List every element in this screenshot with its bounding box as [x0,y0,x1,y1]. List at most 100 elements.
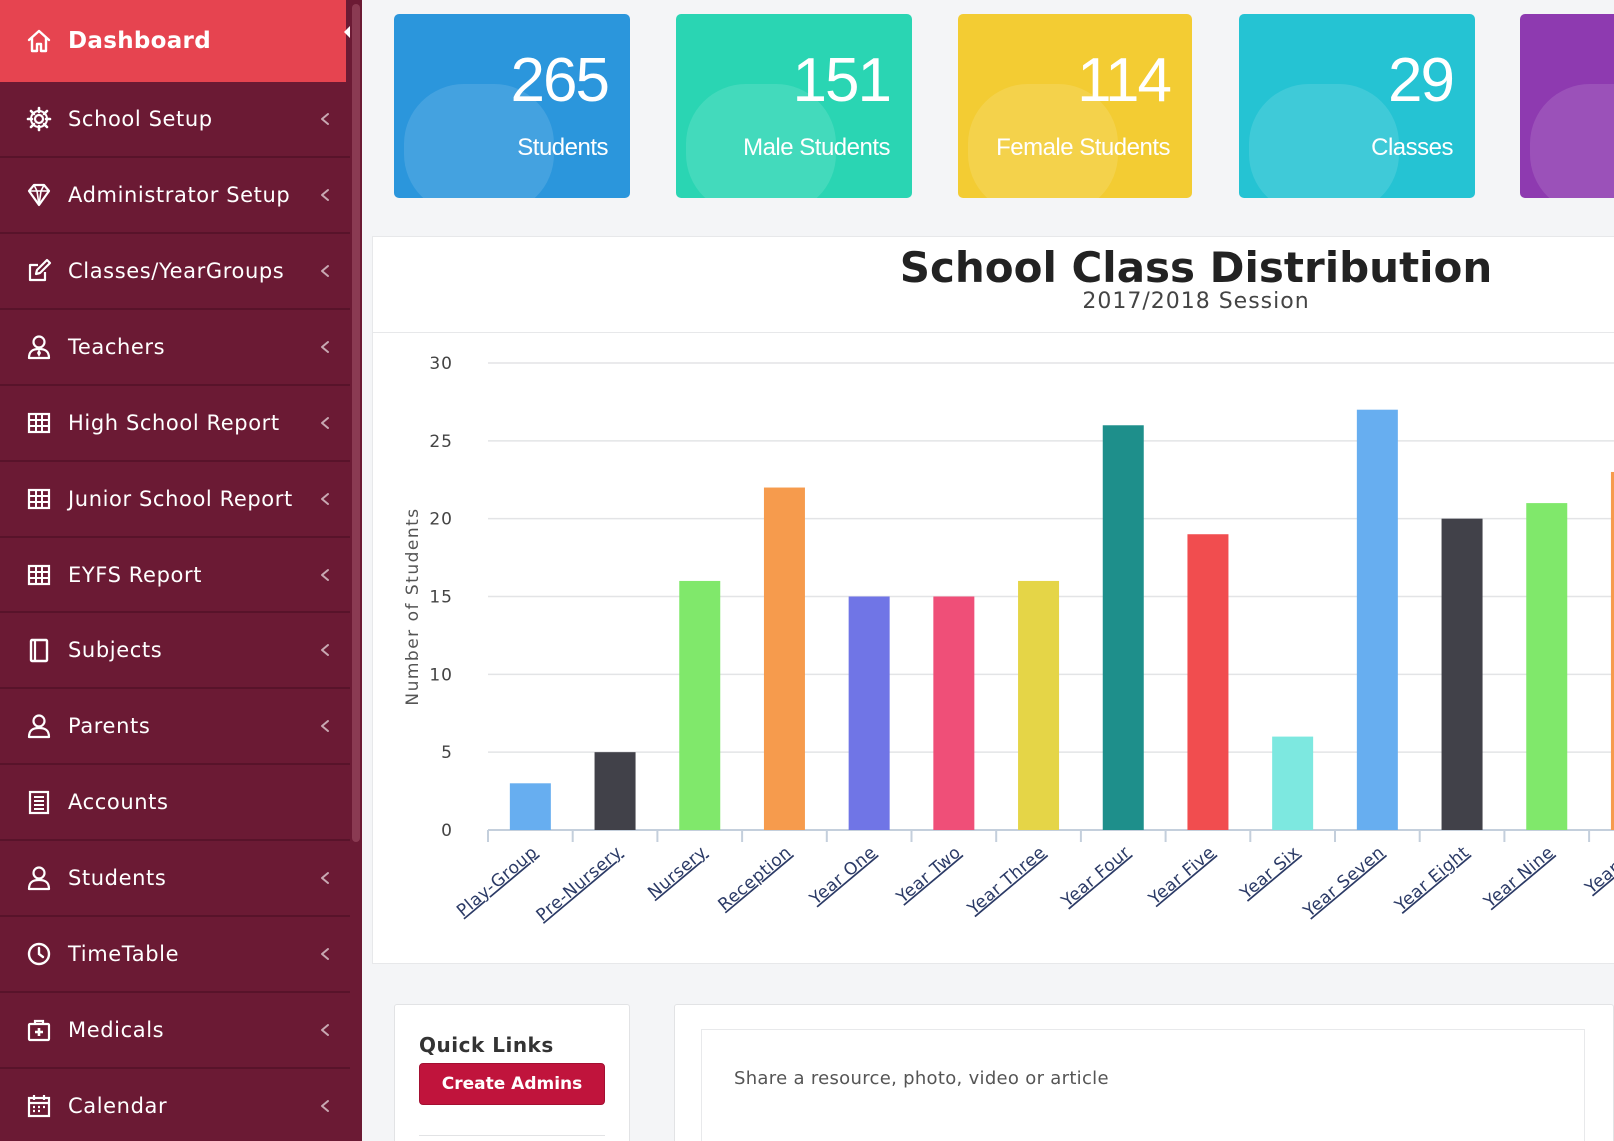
user-icon [25,864,53,892]
quick-links-title: Quick Links [419,1033,554,1057]
sidebar-item-teachers[interactable]: Teachers [0,310,362,386]
chart-panel: School Class Distribution 2017/2018 Sess… [372,236,1614,964]
x-tick-label: Year Seven [1299,843,1388,923]
user-tie-icon [25,333,53,361]
stat-value: 265 [510,46,610,115]
sidebar-item-label: Junior School Report [68,487,293,511]
sidebar-item-medicals[interactable]: Medicals [0,993,362,1069]
x-tick-label: Year One [805,843,880,910]
create-admins-button[interactable]: Create Admins [419,1063,605,1105]
x-tick-label: Year Nine [1480,843,1558,913]
bar [848,596,890,830]
sidebar-item-label: EYFS Report [68,562,203,587]
main-content: 265 Students 151 Male Students 114 Female Stu… [362,0,1614,1141]
first-aid-icon [25,1016,53,1044]
chevron-left-icon [318,643,332,657]
sidebar-item-label: Dashboard [68,28,211,54]
chevron-left-icon [318,112,332,126]
stat-value: 29 [1388,46,1455,115]
table-icon [25,409,53,437]
sidebar-item-subjects[interactable]: Subjects [0,613,362,689]
y-tick-label: 30 [429,354,453,374]
share-prompt[interactable]: Share a resource, photo, video or articl… [734,1068,1109,1089]
quick-links-divider [419,1135,605,1136]
sidebar-item-school-setup[interactable]: School Setup [0,82,362,158]
sidebar-item-students[interactable]: Students [0,841,362,917]
stat-card-female-students[interactable]: 114 Female Students [958,14,1192,198]
stat-value: 114 [1077,46,1172,115]
quick-links-panel: Quick Links Create Admins [394,1004,630,1141]
stat-label: Students [517,134,608,161]
sidebar-item-label: Administrator Setup [68,183,291,207]
sidebar-item-eyfs-report[interactable]: EYFS Report [0,538,362,613]
y-tick-label: 0 [441,821,453,841]
bar-chart: 0 5 10 15 20 25 30 Number of Students Play-Group… [403,354,1614,926]
bar [763,487,805,830]
sidebar-item-calendar[interactable]: Calendar [0,1069,362,1141]
sidebar-item-junior-school-report[interactable]: Junior School Report [0,462,362,538]
bar [1018,580,1060,830]
ledger-icon [25,788,53,816]
sidebar-item-administrator-setup[interactable]: Administrator Setup [0,158,362,234]
sidebar-item-label: High School Report [68,411,280,435]
chevron-left-icon [318,264,332,278]
stat-card-classes[interactable]: 29 Classes [1239,14,1475,198]
stat-value: 151 [792,46,892,115]
x-tick-label: Year Eight [1391,843,1474,917]
y-axis-label: Number of Students [403,507,423,705]
sidebar-item-timetable[interactable]: TimeTable [0,917,362,993]
card-watermark-icon [1530,84,1614,198]
bar [1102,425,1144,830]
bar [594,752,636,830]
chevron-left-icon [318,492,332,506]
x-tick-label: Year Six [1236,843,1304,905]
y-tick-label: 5 [441,743,453,763]
chevron-left-icon [318,340,332,354]
sidebar-item-label: TimeTable [68,942,180,966]
share-input-box[interactable]: Share a resource, photo, video or articl… [701,1029,1585,1141]
sidebar-item-label: Students [68,866,167,890]
bar [1272,736,1314,830]
chevron-left-icon [318,568,332,582]
sidebar-item-classes-yeargroups[interactable]: Classes/YearGroups [0,234,362,310]
x-tick-label: Reception [714,843,795,916]
clock-icon [25,940,53,968]
home-icon [25,27,53,55]
bar [1187,534,1229,830]
table-icon [25,485,53,513]
sidebar: Dashboard School Setup Administrator Setup… [0,0,362,1141]
sidebar-item-accounts[interactable]: Accounts [0,765,362,841]
sidebar-item-label: Classes/YearGroups [68,259,285,283]
gear-icon [25,105,53,133]
stat-label: Male Students [743,134,890,161]
bar [933,596,975,830]
sidebar-item-label: Accounts [68,790,169,814]
x-tick-label: Nursery [644,843,711,904]
chevron-left-icon [318,188,332,202]
y-tick-label: 25 [429,432,453,452]
sidebar-item-label: Calendar [68,1094,168,1118]
sidebar-item-label: Medicals [68,1018,165,1042]
chevron-left-icon [318,416,332,430]
sidebar-scrollbar-thumb[interactable] [352,4,360,842]
y-tick-label: 20 [429,510,453,530]
edit-icon [25,257,53,285]
user-icon [25,712,53,740]
sidebar-item-label: Teachers [68,335,166,359]
stat-card-extra[interactable] [1520,14,1614,198]
stat-label: Female Students [996,134,1170,161]
x-tick-label: Play-Group [453,843,541,922]
stat-card-male-students[interactable]: 151 Male Students [676,14,912,198]
stat-card-students[interactable]: 265 Students [394,14,630,198]
sidebar-item-high-school-report[interactable]: High School Report [0,386,362,462]
book-icon [25,636,53,664]
diamond-icon [25,181,53,209]
chevron-left-icon [318,871,332,885]
y-tick-label: 15 [429,588,453,608]
sidebar-item-dashboard[interactable]: Dashboard [0,0,346,82]
chevron-left-icon [318,1023,332,1037]
sidebar-item-parents[interactable]: Parents [0,689,362,765]
bar [1526,503,1568,830]
table-icon [25,561,53,589]
share-panel: Share a resource, photo, video or articl… [674,1004,1614,1141]
